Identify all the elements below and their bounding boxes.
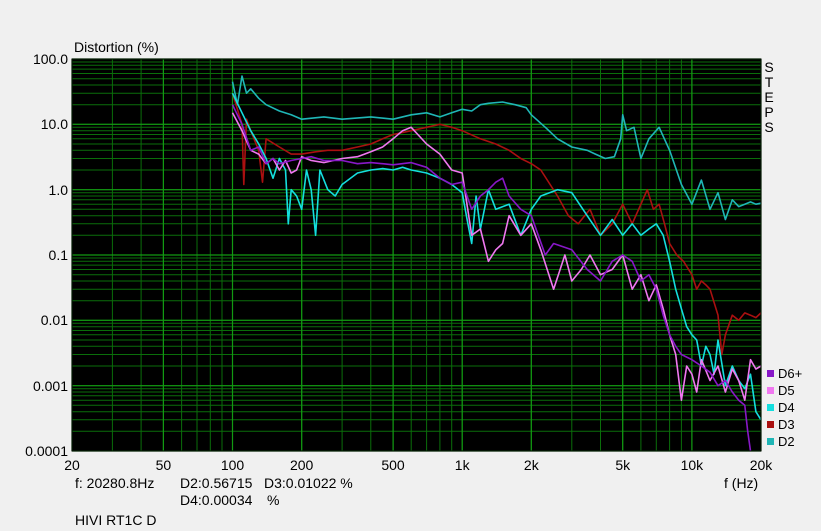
legend-label: D6+ — [778, 366, 803, 381]
x-tick-label: 20 — [64, 457, 80, 473]
legend-label: D3 — [778, 417, 795, 432]
x-tick-label: 2k — [523, 457, 539, 473]
legend-label: D4 — [778, 400, 795, 415]
x-tick-label: 500 — [381, 457, 405, 473]
legend-item: D3 — [767, 417, 795, 432]
distortion-chart — [71, 58, 762, 452]
legend-swatch — [767, 404, 774, 411]
legend-swatch — [767, 438, 774, 445]
steps-letter: S — [764, 59, 774, 75]
x-tick-label: 50 — [155, 457, 172, 473]
x-tick-label: 20k — [749, 457, 773, 473]
steps-letter: S — [764, 119, 774, 135]
y-tick-label: 0.001 — [32, 377, 68, 394]
legend-label: D2 — [778, 434, 795, 449]
x-tick-label: 100 — [220, 457, 245, 473]
legend-item: D4 — [767, 400, 795, 415]
steps-label: STEPS — [763, 60, 775, 135]
device-name: HIVI RT1C D — [75, 512, 157, 528]
y-tick-label: 0.01 — [40, 312, 68, 329]
y-tick-label: 1.0 — [48, 181, 68, 198]
y-tick-label: 100.0 — [32, 51, 68, 67]
cursor-d3-readout: D3:0.01022 % — [264, 475, 353, 491]
x-tick-label: 5k — [615, 457, 631, 473]
x-tick-label: 10k — [680, 457, 704, 473]
steps-letter: E — [764, 89, 774, 105]
cursor-frequency: f: 20280.8Hz — [75, 475, 155, 491]
legend-item: D5 — [767, 383, 795, 398]
cursor-d4-unit: % — [267, 492, 280, 508]
legend-item: D6+ — [767, 366, 802, 381]
x-axis-title: f (Hz) — [724, 475, 759, 491]
legend-item: D2 — [767, 434, 795, 449]
legend-swatch — [767, 370, 774, 377]
y-axis-title: Distortion (%) — [74, 39, 159, 55]
cursor-d2-readout: D2:0.56715 — [180, 475, 253, 491]
legend-swatch — [767, 421, 774, 428]
cursor-d4-readout: D4:0.00034 — [180, 492, 253, 508]
steps-letter: P — [764, 104, 774, 120]
legend-label: D5 — [778, 383, 795, 398]
x-tick-label: 1k — [454, 457, 470, 473]
legend-swatch — [767, 387, 774, 394]
y-tick-label: 10.0 — [40, 116, 68, 133]
x-tick-label: 200 — [289, 457, 314, 473]
steps-letter: T — [764, 74, 774, 90]
y-tick-label: 0.1 — [48, 247, 68, 263]
